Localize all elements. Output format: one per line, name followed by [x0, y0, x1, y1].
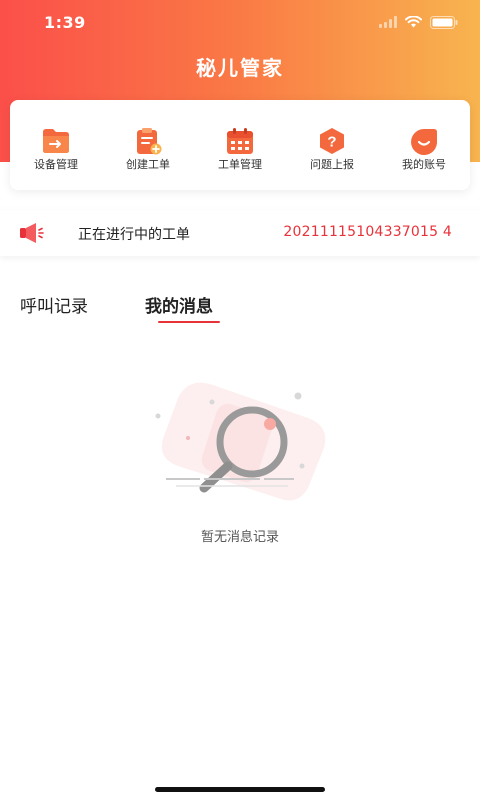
home-indicator[interactable]	[155, 787, 325, 792]
quick-action-label: 创建工单	[126, 158, 170, 171]
ongoing-ticket-bar[interactable]: 正在进行中的工单 20211115104337015 4	[0, 210, 480, 256]
quick-action-ticket-management[interactable]: 工单管理	[194, 100, 286, 190]
account-drop-icon	[411, 129, 438, 155]
tab-call-records[interactable]: 呼叫记录	[20, 292, 88, 317]
empty-search-illustration	[155, 382, 326, 501]
clipboard-add-icon	[137, 128, 162, 155]
status-icons	[379, 15, 458, 29]
status-time: 1:39	[44, 13, 86, 32]
quick-actions-card: 设备管理 创建工单 工单管理 ? 问题上报 我的账号	[10, 100, 470, 190]
quick-action-label: 设备管理	[34, 158, 78, 171]
status-bar: 1:39	[0, 0, 480, 44]
quick-action-report-issue[interactable]: ? 问题上报	[286, 100, 378, 190]
empty-state-text: 暂无消息记录	[200, 530, 279, 545]
message-tabs: 呼叫记录 我的消息	[0, 288, 480, 328]
ongoing-ticket-label: 正在进行中的工单	[78, 227, 190, 243]
svg-text:?: ?	[327, 134, 336, 151]
wifi-icon	[405, 16, 422, 28]
quick-action-device-management[interactable]: 设备管理	[10, 100, 102, 190]
quick-action-my-account[interactable]: 我的账号	[378, 100, 470, 190]
app-title: 秘儿管家	[196, 56, 284, 80]
calendar-icon	[227, 128, 253, 154]
active-tab-indicator	[158, 321, 220, 323]
quick-action-label: 我的账号	[402, 158, 446, 171]
megaphone-icon	[20, 223, 44, 243]
battery-icon	[430, 15, 458, 29]
ongoing-ticket-number[interactable]: 20211115104337015 4	[283, 224, 452, 240]
quick-action-create-ticket[interactable]: 创建工单	[102, 100, 194, 190]
quick-action-label: 工单管理	[218, 158, 262, 171]
question-hexagon-icon: ?	[320, 128, 344, 154]
signal-icon	[379, 16, 397, 28]
tab-my-messages[interactable]: 我的消息	[145, 292, 213, 317]
quick-action-label: 问题上报	[310, 158, 354, 171]
folder-arrow-icon	[43, 129, 69, 153]
